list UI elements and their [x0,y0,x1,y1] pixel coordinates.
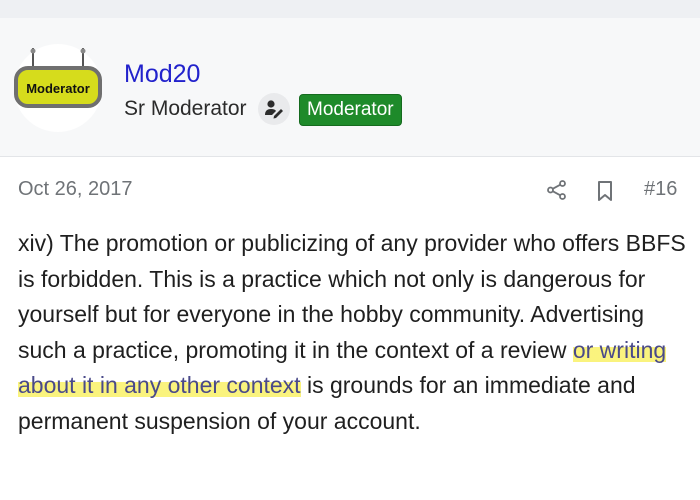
moderator-badge: Moderator [299,94,402,126]
avatar[interactable]: Moderator [13,42,103,134]
staff-user-icon [258,93,290,125]
bookmark-icon[interactable] [596,180,614,202]
user-title: Sr Moderator [124,97,247,120]
post-date[interactable]: Oct 26, 2017 [18,178,133,201]
post-body: xiv) The promotion or publicizing of any… [18,226,688,440]
top-bar [0,0,700,18]
post-number-link[interactable]: #16 [644,178,677,201]
avatar-label: Moderator [26,81,90,96]
share-icon[interactable] [546,179,568,201]
post-user-header: Moderator Mod20 Sr Moderator Moderator [0,18,700,157]
username-link[interactable]: Mod20 [124,60,200,89]
